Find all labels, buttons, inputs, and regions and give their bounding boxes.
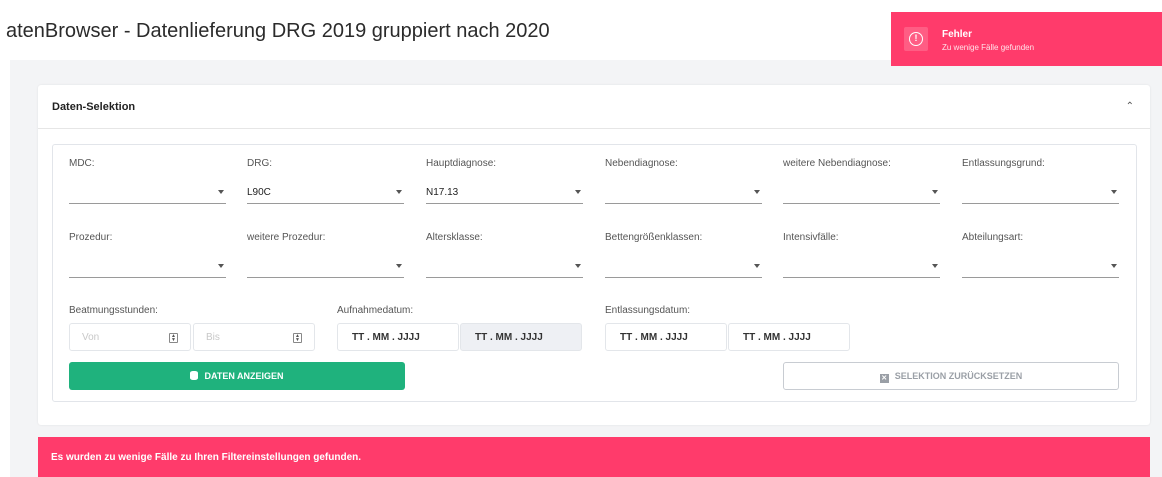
nebendiagnose-select[interactable] <box>605 182 762 204</box>
entlassungsdatum-label: Entlassungsdatum: <box>605 305 691 316</box>
caret-down-icon <box>575 190 581 194</box>
weitere-prozedur-label: weitere Prozedur: <box>247 232 326 243</box>
weitere-nebendiagnose-label: weitere Nebendiagnose: <box>783 158 891 169</box>
close-icon: ✕ <box>879 374 889 383</box>
beatmung-bis-placeholder: Bis <box>206 332 220 343</box>
drg-value: L90C <box>247 187 271 198</box>
bettengroessenklassen-label: Bettengrößenklassen: <box>605 232 703 243</box>
entlassung-bis-date[interactable]: TT . MM . JJJJ <box>728 323 850 351</box>
caret-down-icon <box>932 264 938 268</box>
daten-anzeigen-button[interactable]: DATEN ANZEIGEN <box>69 362 405 390</box>
aufnahme-bis-date[interactable]: TT . MM . JJJJ <box>460 323 582 351</box>
prozedur-select[interactable] <box>69 256 226 278</box>
hauptdiagnose-select[interactable]: N17.13 <box>426 182 583 204</box>
altersklasse-select[interactable] <box>426 256 583 278</box>
weitere-nebendiagnose-select[interactable] <box>783 182 940 204</box>
entlassungsgrund-label: Entlassungsgrund: <box>962 158 1045 169</box>
altersklasse-label: Altersklasse: <box>426 232 483 243</box>
toast-message: Zu wenige Fälle gefunden <box>942 43 1035 52</box>
caret-down-icon <box>396 264 402 268</box>
caret-down-icon <box>396 190 402 194</box>
error-message-bar: Es wurden zu wenige Fälle zu Ihren Filte… <box>38 437 1150 477</box>
drg-label: DRG: <box>247 158 272 169</box>
toast-icon-box: ! <box>904 27 928 51</box>
intensivfaelle-select[interactable] <box>783 256 940 278</box>
beatmungsstunden-label: Beatmungsstunden: <box>69 305 158 316</box>
spinner-icon[interactable]: ▲ ▼ <box>169 333 178 343</box>
abteilungsart-label: Abteilungsart: <box>962 232 1024 243</box>
spinner-icon[interactable]: ▲ ▼ <box>293 333 302 343</box>
abteilungsart-select[interactable] <box>962 256 1119 278</box>
chevron-up-icon[interactable]: ⌃ <box>1126 101 1134 112</box>
caret-down-icon <box>1111 264 1117 268</box>
bettengroessenklassen-select[interactable] <box>605 256 762 278</box>
card-title: Daten-Selektion <box>52 101 136 113</box>
caret-down-icon <box>754 190 760 194</box>
caret-down-icon <box>575 264 581 268</box>
caret-down-icon <box>754 264 760 268</box>
caret-down-icon <box>1111 190 1117 194</box>
prozedur-label: Prozedur: <box>69 232 113 243</box>
intensivfaelle-label: Intensivfälle: <box>783 232 839 243</box>
aufnahmedatum-label: Aufnahmedatum: <box>337 305 414 316</box>
drg-select[interactable]: L90C <box>247 182 404 204</box>
mdc-select[interactable] <box>69 182 226 204</box>
beatmung-von-input[interactable]: Von ▲ ▼ <box>69 323 191 351</box>
toast-title: Fehler <box>942 29 973 40</box>
aufnahme-von-date[interactable]: TT . MM . JJJJ <box>337 323 459 351</box>
mdc-label: MDC: <box>69 158 95 169</box>
selektion-zuruecksetzen-label: SELEKTION ZURÜCKSETZEN <box>894 371 1023 381</box>
daten-anzeigen-label: DATEN ANZEIGEN <box>204 371 284 381</box>
alert-circle-icon: ! <box>909 32 923 46</box>
database-icon <box>190 371 199 380</box>
caret-down-icon <box>218 264 224 268</box>
caret-down-icon <box>932 190 938 194</box>
beatmung-von-placeholder: Von <box>82 332 100 343</box>
beatmung-bis-input[interactable]: Bis ▲ ▼ <box>193 323 315 351</box>
weitere-prozedur-select[interactable] <box>247 256 404 278</box>
card-header[interactable]: Daten-Selektion ⌃ <box>38 85 1150 129</box>
entlassung-von-date[interactable]: TT . MM . JJJJ <box>605 323 727 351</box>
error-toast[interactable]: ! Fehler Zu wenige Fälle gefunden <box>891 12 1162 66</box>
caret-down-icon <box>218 190 224 194</box>
hauptdiagnose-value: N17.13 <box>426 187 459 198</box>
hauptdiagnose-label: Hauptdiagnose: <box>426 158 497 169</box>
selektion-zuruecksetzen-button[interactable]: ✕ SELEKTION ZURÜCKSETZEN <box>783 362 1119 390</box>
page-title: atenBrowser - Datenlieferung DRG 2019 gr… <box>6 20 550 42</box>
entlassungsgrund-select[interactable] <box>962 182 1119 204</box>
nebendiagnose-label: Nebendiagnose: <box>605 158 678 169</box>
